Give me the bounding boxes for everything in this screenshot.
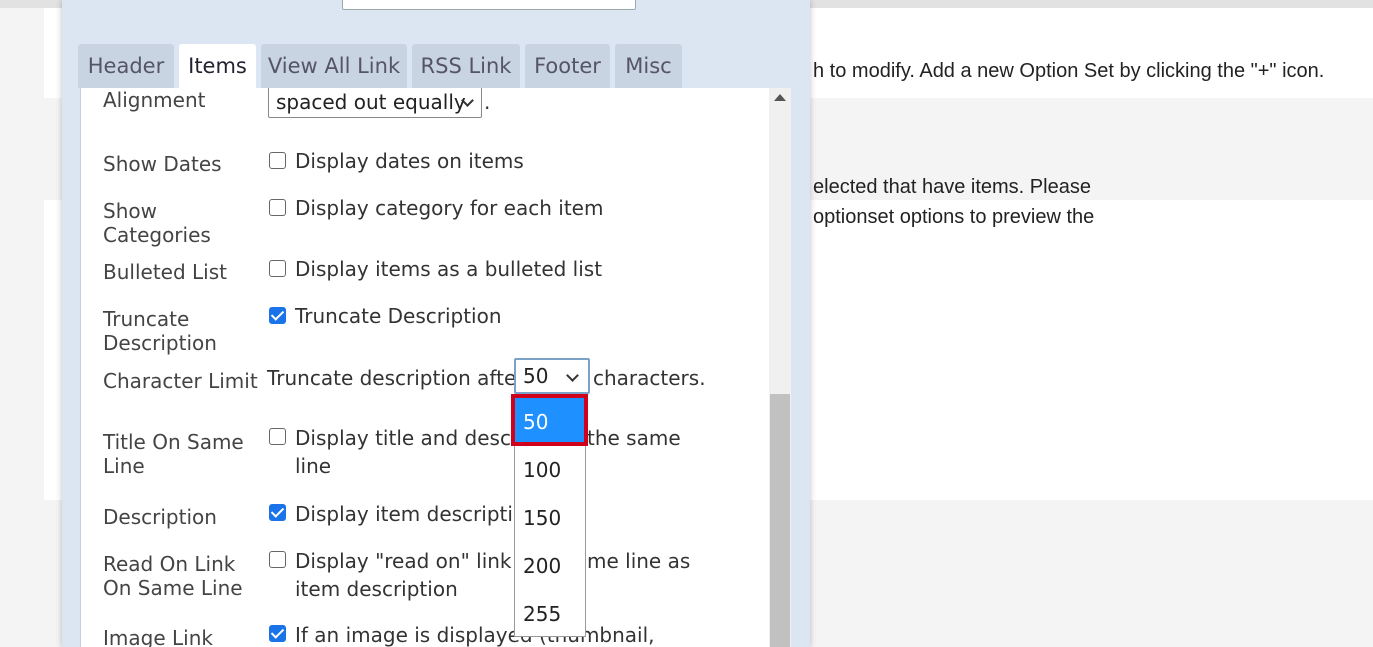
- tab-header[interactable]: Header: [78, 44, 174, 88]
- tab-items[interactable]: Items: [179, 44, 256, 88]
- description-checkbox[interactable]: [269, 504, 286, 521]
- read-on-link-text-line-2: item description: [295, 577, 458, 601]
- title-same-line-text-line-1: Display title and descrip: [295, 426, 538, 450]
- bulleted-list-text: Display items as a bulleted list: [295, 257, 603, 281]
- dropdown-option-255[interactable]: 255: [515, 590, 585, 638]
- items-panel: Alignment spaced out equally . Show Date…: [80, 88, 791, 647]
- instruction-text: h to modify. Add a new Option Set by cli…: [813, 60, 1325, 82]
- show-categories-label-line-1: Show: [103, 199, 157, 223]
- preview-message-line-1: elected that have items. Please: [813, 176, 1091, 198]
- show-dates-checkbox[interactable]: [269, 152, 286, 169]
- tab-footer[interactable]: Footer: [525, 44, 610, 88]
- bulleted-list-checkbox[interactable]: [269, 260, 286, 277]
- read-on-link-label-line-2: On Same Line: [103, 576, 243, 600]
- title-same-line-text-line-1-end: the same: [587, 426, 681, 450]
- panel-scrollbar[interactable]: [769, 88, 791, 647]
- character-limit-prefix: Truncate description after: [267, 366, 525, 390]
- truncate-description-label-line-1: Truncate: [103, 307, 190, 331]
- read-on-link-label-line-1: Read On Link: [103, 552, 236, 576]
- image-link-text: If an image is displayed (thumbnail,: [295, 623, 655, 647]
- character-limit-suffix: characters.: [593, 366, 706, 390]
- show-categories-text: Display category for each item: [295, 196, 604, 220]
- show-categories-label-line-2: Categories: [103, 223, 211, 247]
- optionset-modal: Header Items View All Link RSS Link Foot…: [62, 0, 810, 647]
- alignment-select[interactable]: spaced out equally: [268, 88, 482, 118]
- selection-highlight-box: [511, 394, 588, 446]
- tab-rss-link[interactable]: RSS Link: [412, 44, 520, 88]
- image-link-checkbox[interactable]: [269, 625, 286, 642]
- character-limit-label: Character Limit: [103, 369, 258, 393]
- dropdown-option-100[interactable]: 100: [515, 446, 585, 494]
- dropdown-option-150[interactable]: 150: [515, 494, 585, 542]
- show-categories-checkbox[interactable]: [269, 199, 286, 216]
- alignment-select-value: spaced out equally: [276, 90, 466, 114]
- dropdown-option-200[interactable]: 200: [515, 542, 585, 590]
- bulleted-list-label: Bulleted List: [103, 260, 227, 284]
- truncate-description-text: Truncate Description: [295, 304, 502, 328]
- chevron-down-icon: [566, 369, 579, 382]
- title-same-line-label-line-2: Line: [103, 454, 145, 478]
- read-on-link-text-line-1-end: me line as: [587, 549, 691, 573]
- show-dates-text: Display dates on items: [295, 149, 524, 173]
- description-label: Description: [103, 505, 217, 529]
- title-same-line-label-line-1: Title On Same: [103, 430, 244, 454]
- preview-message-line-2: optionset options to preview the: [813, 206, 1095, 228]
- truncate-description-label-line-2: Description: [103, 331, 217, 355]
- scrollbar-thumb[interactable]: [770, 394, 790, 647]
- read-on-link-checkbox[interactable]: [269, 551, 286, 568]
- alignment-suffix: .: [484, 90, 491, 114]
- title-same-line-checkbox[interactable]: [269, 428, 286, 445]
- character-limit-select[interactable]: 50: [514, 358, 590, 394]
- optionset-name-field[interactable]: [342, 0, 636, 10]
- show-dates-label: Show Dates: [103, 152, 222, 176]
- read-on-link-text-line-1: Display "read on" link o: [295, 549, 531, 573]
- tab-misc[interactable]: Misc: [615, 44, 682, 88]
- alignment-label: Alignment: [103, 88, 206, 112]
- description-text: Display item descriptio: [295, 502, 526, 526]
- character-limit-select-value: 50: [523, 364, 549, 388]
- tab-view-all-link[interactable]: View All Link: [261, 44, 407, 88]
- image-link-label: Image Link: [103, 626, 213, 647]
- scroll-up-arrow-icon[interactable]: [774, 94, 786, 101]
- title-same-line-text-line-2: line: [295, 454, 332, 478]
- truncate-description-checkbox[interactable]: [269, 307, 286, 324]
